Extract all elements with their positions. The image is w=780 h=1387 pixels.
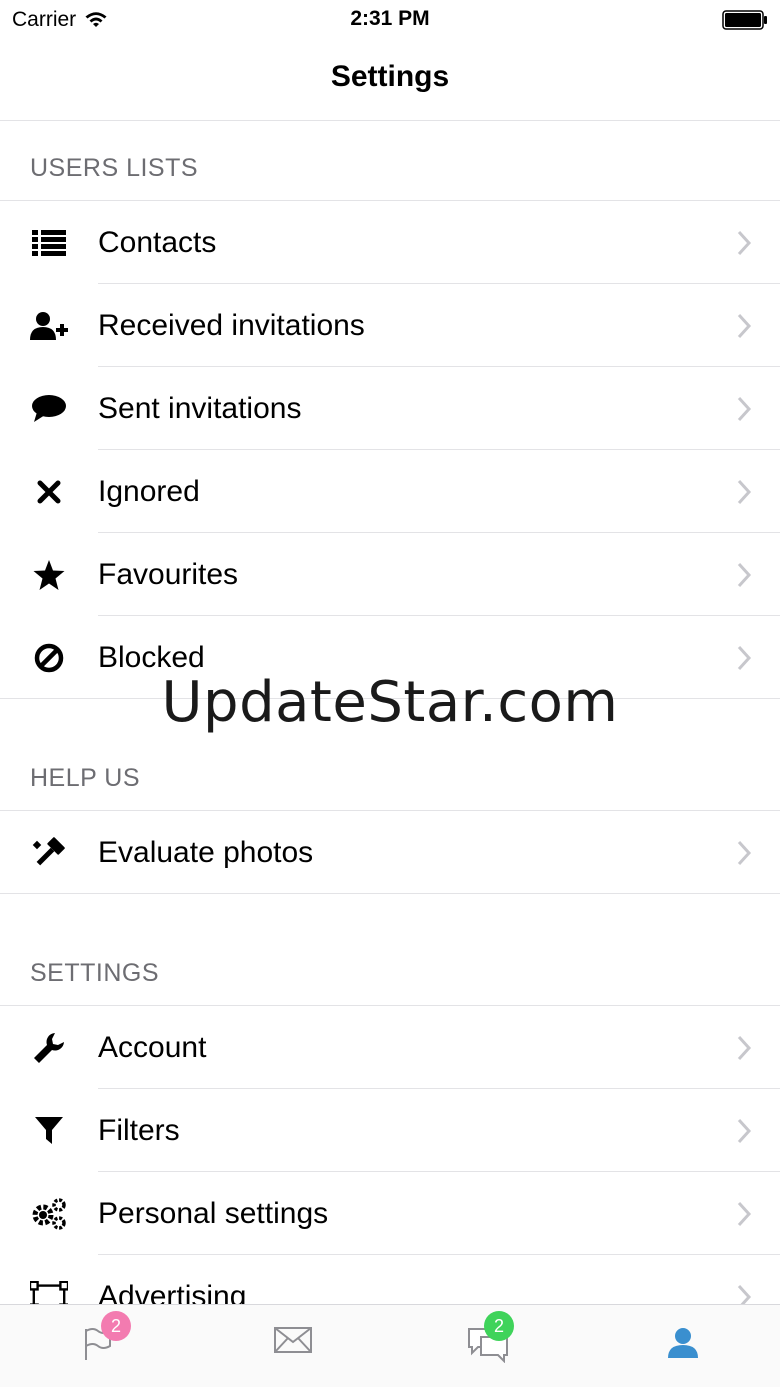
section-header-settings: SETTINGS <box>0 894 780 1006</box>
row-label: Blocked <box>98 640 205 674</box>
row-ignored[interactable]: Ignored <box>0 450 780 533</box>
list-icon <box>30 224 68 262</box>
ban-icon <box>30 639 68 677</box>
row-label: Sent invitations <box>98 391 302 425</box>
tab-bar: 2 2 <box>0 1304 780 1387</box>
row-label: Received invitations <box>98 308 365 342</box>
row-label: Evaluate photos <box>98 835 314 869</box>
chevron-right-icon <box>737 840 752 865</box>
chevron-right-icon <box>737 1201 752 1226</box>
page-title: Settings <box>330 60 450 93</box>
row-label: Ignored <box>98 474 200 508</box>
row-filters[interactable]: Filters <box>0 1089 780 1172</box>
tab-flag[interactable]: 2 <box>0 1305 195 1387</box>
chevron-right-icon <box>737 1118 752 1143</box>
clock: 2:31 PM <box>350 7 430 30</box>
row-sent-invitations[interactable]: Sent invitations <box>0 367 780 450</box>
row-advertising[interactable]: Advertising <box>0 1255 780 1304</box>
row-label: Account <box>98 1030 207 1064</box>
row-account[interactable]: Account <box>0 1006 780 1089</box>
chevron-right-icon <box>737 1284 752 1304</box>
chevron-right-icon <box>737 313 752 338</box>
x-mark-icon <box>30 473 68 511</box>
chevron-right-icon <box>737 645 752 670</box>
row-evaluate-photos[interactable]: Evaluate photos <box>0 811 780 894</box>
chevron-right-icon <box>737 479 752 504</box>
envelope-icon <box>273 1327 312 1353</box>
chevron-right-icon <box>737 562 752 587</box>
gears-icon <box>30 1195 68 1233</box>
chevron-right-icon <box>737 396 752 421</box>
row-personal-settings[interactable]: Personal settings <box>0 1172 780 1255</box>
wrench-icon <box>30 1029 68 1067</box>
section-header-users-lists: USERS LISTS <box>0 121 780 201</box>
star-icon <box>30 556 68 594</box>
settings-list[interactable]: USERS LISTS Contacts Received invitation… <box>0 121 780 1304</box>
notification-badge: 2 <box>101 1311 131 1341</box>
battery-icon <box>722 10 767 30</box>
section-title: SETTINGS <box>30 959 160 987</box>
row-label: Personal settings <box>98 1196 329 1230</box>
chevron-right-icon <box>737 230 752 255</box>
section-title: HELP US <box>30 764 141 792</box>
person-icon <box>667 1328 698 1358</box>
tab-profile[interactable] <box>585 1305 780 1387</box>
frame-icon <box>30 1278 68 1304</box>
row-label: Filters <box>98 1113 180 1147</box>
tab-mail[interactable] <box>195 1305 390 1387</box>
chevron-right-icon <box>737 1035 752 1060</box>
row-favourites[interactable]: Favourites <box>0 533 780 616</box>
tab-chat[interactable]: 2 <box>390 1305 585 1387</box>
status-bar: Carrier 2:31 PM <box>0 0 780 40</box>
filter-icon <box>30 1112 68 1150</box>
user-add-icon <box>30 307 68 345</box>
section-header-help-us: HELP US <box>0 699 780 811</box>
section-title: USERS LISTS <box>30 154 199 182</box>
row-label: Favourites <box>98 557 239 591</box>
row-received-invitations[interactable]: Received invitations <box>0 284 780 367</box>
row-blocked[interactable]: Blocked <box>0 616 780 699</box>
speech-bubble-icon <box>30 390 68 428</box>
row-contacts[interactable]: Contacts <box>0 201 780 284</box>
row-label: Contacts <box>98 225 217 259</box>
notification-badge: 2 <box>484 1311 514 1341</box>
gavel-icon <box>30 834 68 872</box>
navigation-bar: Settings <box>0 40 780 121</box>
row-label: Advertising <box>98 1279 247 1305</box>
